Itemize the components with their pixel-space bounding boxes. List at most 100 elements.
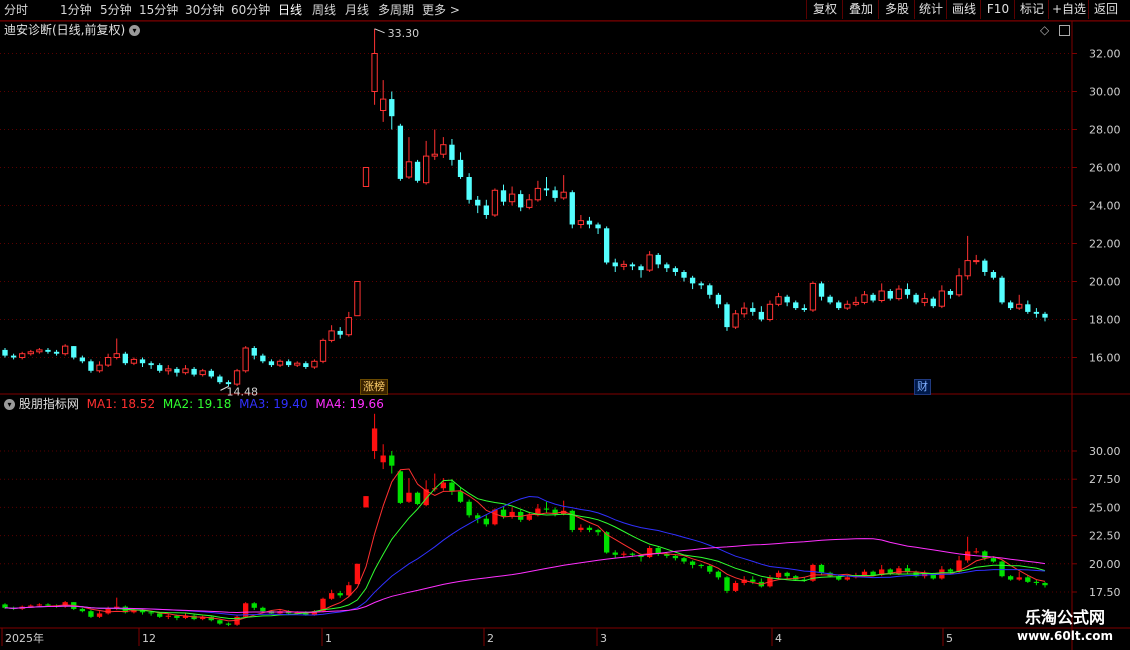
main-candle-body — [457, 159, 464, 177]
indicator-y-tick: 20.00 — [1089, 558, 1121, 571]
main-candle-body — [104, 357, 112, 366]
main-candle-body — [371, 53, 378, 92]
main-y-tick: 32.00 — [1089, 48, 1121, 61]
main-candle-body — [491, 189, 499, 216]
main-candle-body — [294, 362, 301, 366]
indicator-candle-body — [165, 615, 171, 617]
indicator-candle-body — [28, 605, 34, 607]
main-candle-body — [130, 358, 138, 364]
indicator-candle-body — [629, 553, 636, 555]
main-candle-body — [758, 311, 765, 320]
main-candle-body — [750, 308, 756, 312]
main-candle-body — [217, 376, 223, 383]
chart-canvas[interactable]: 32.00 30.00 28.00 26.00 24.00 22.00 20.00 18.00… — [0, 0, 1130, 650]
indicator-candle-body — [406, 492, 412, 502]
main-candle-body — [414, 161, 421, 181]
indicator-candle-body — [36, 604, 43, 606]
main-candle-body — [836, 302, 842, 309]
indicator-candle-body — [397, 471, 404, 503]
main-candle-body — [973, 260, 980, 263]
indicator-candle-body — [715, 571, 722, 578]
ma4-value: MA4: 19.66 — [315, 397, 384, 411]
main-candle-body — [638, 266, 644, 271]
indicator-candle-body — [973, 551, 979, 553]
main-candle-body — [422, 155, 430, 184]
indicator-candle-body — [612, 552, 618, 555]
indicator-title[interactable]: 股朋指标网 — [19, 397, 79, 411]
finance-badge[interactable]: 财 — [914, 379, 931, 395]
main-candle-body — [45, 349, 51, 352]
main-candle-body — [672, 268, 679, 272]
main-candle-body — [88, 361, 94, 371]
indicator-candle-body — [157, 613, 163, 617]
main-candle-body — [260, 355, 266, 362]
chevron-down-icon[interactable]: ▾ — [129, 25, 141, 36]
main-candle-body — [1025, 304, 1031, 312]
panel-toggle-icon[interactable] — [1059, 25, 1071, 36]
stock-title[interactable]: 迪安诊断(日线,前复权) — [4, 23, 125, 37]
main-candle-body — [199, 370, 206, 376]
indicator-candle-body — [449, 482, 455, 492]
ma4-line — [4, 538, 1046, 614]
ma1-line — [4, 468, 1046, 622]
main-candle-body — [303, 363, 309, 367]
chevron-down-icon[interactable]: ▾ — [4, 399, 15, 410]
indicator-candle-body — [724, 577, 730, 591]
x-axis-label: 5 — [946, 632, 953, 645]
main-candle-body — [887, 291, 893, 299]
indicator-candle-body — [346, 585, 352, 596]
main-candle-body — [319, 339, 327, 362]
x-axis-label: 2 — [487, 632, 494, 645]
indicator-candle-body — [526, 515, 532, 520]
indicator-panel-header: ▾ 股朋指标网 MA1: 18.52 MA2: 19.18 MA3: 19.40… — [4, 397, 384, 411]
main-candle-body — [844, 303, 851, 309]
main-candle-body — [629, 264, 636, 267]
main-candle-body — [947, 291, 954, 295]
main-candle-body — [698, 283, 704, 286]
main-candle-body — [852, 301, 860, 305]
main-candle-body — [62, 345, 69, 355]
indicator-candle-body — [1007, 576, 1014, 580]
x-axis-label: 3 — [600, 632, 607, 645]
indicator-candle-body — [363, 496, 369, 508]
main-candle-body — [664, 264, 670, 269]
main-candle-body — [449, 144, 455, 160]
indicator-candle-body — [1025, 577, 1031, 582]
main-candle-body — [895, 288, 903, 300]
indicator-y-tick: 30.00 — [1089, 445, 1121, 458]
main-candle-body — [96, 364, 103, 372]
main-y-tick: 18.00 — [1089, 314, 1121, 327]
indicator-candle-body — [337, 593, 343, 596]
indicator-candle-body — [500, 509, 507, 517]
indicator-candle-body — [1042, 582, 1048, 586]
indicator-candle-body — [982, 551, 988, 559]
indicator-candle-body — [904, 568, 911, 572]
main-candle-body — [724, 304, 730, 328]
main-candle-body — [71, 346, 77, 358]
indicator-y-tick: 17.50 — [1089, 586, 1121, 599]
main-candle-body — [818, 283, 825, 297]
limit-up-badge[interactable]: 涨榜 — [360, 379, 388, 395]
ma2-value: MA2: 19.18 — [162, 397, 232, 411]
main-candle-body — [148, 363, 154, 366]
main-candle-body — [518, 194, 524, 208]
indicator-candle-body — [251, 603, 257, 608]
main-candle-body — [921, 298, 928, 303]
main-candle-body — [466, 177, 472, 200]
main-candle-body — [990, 272, 997, 278]
indicator-candle-body — [96, 613, 103, 617]
main-candle-body — [543, 188, 550, 191]
main-candle-body — [793, 302, 799, 309]
indicator-y-tick: 25.00 — [1089, 501, 1121, 514]
main-candle-body — [861, 294, 868, 303]
indicator-candle-body — [260, 607, 266, 612]
indicator-y-tick: 22.50 — [1089, 530, 1121, 543]
main-candle-body — [165, 368, 172, 372]
main-candle-body — [225, 382, 232, 385]
main-y-tick: 22.00 — [1089, 238, 1121, 251]
main-y-tick: 28.00 — [1089, 124, 1121, 137]
diamond-icon[interactable]: ◇ — [1040, 23, 1049, 37]
main-candle-body — [1042, 313, 1048, 318]
x-axis-label: 2025年 — [5, 631, 44, 645]
main-candle-body — [689, 277, 696, 284]
